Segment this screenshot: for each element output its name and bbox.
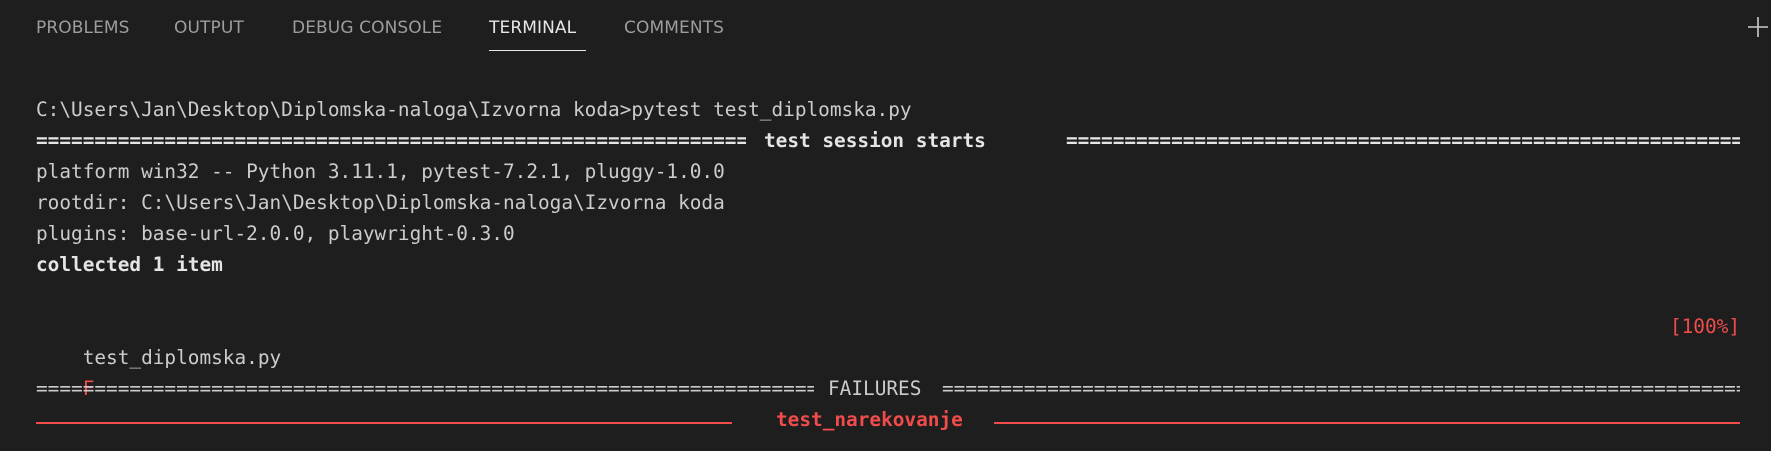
new-terminal-button[interactable]	[1745, 14, 1771, 40]
terminal-output[interactable]: C:\Users\Jan\Desktop\Diplomska-naloga\Iz…	[36, 94, 1740, 435]
separator-right: ========================================…	[1066, 129, 1740, 152]
failures-separator-right: ========================================…	[942, 377, 1740, 400]
tab-debug-console[interactable]: DEBUG CONSOLE	[292, 18, 442, 38]
separator-left: ========================================…	[36, 129, 746, 152]
session-header-line: ========================================…	[36, 125, 1740, 156]
failed-test-name: test_narekovanje	[776, 408, 963, 431]
collected-line: collected 1 item	[36, 253, 223, 276]
failed-test-rule-left	[36, 422, 732, 424]
rootdir-line: rootdir: C:\Users\Jan\Desktop\Diplomska-…	[36, 191, 725, 214]
failures-header-line: ========================================…	[36, 373, 1740, 404]
active-tab-indicator	[489, 50, 586, 51]
session-header-text: test session starts	[764, 129, 986, 152]
platform-line: platform win32 -- Python 3.11.1, pytest-…	[36, 160, 725, 183]
tab-terminal[interactable]: TERMINAL	[489, 18, 576, 38]
command-line: C:\Users\Jan\Desktop\Diplomska-naloga\Iz…	[36, 98, 912, 121]
tab-output[interactable]: OUTPUT	[174, 18, 244, 38]
test-result-line: test_diplomska.py F [100%]	[36, 311, 1740, 400]
progress-percent: [100%]	[1669, 315, 1740, 338]
failures-header-text: FAILURES	[828, 377, 922, 400]
failures-separator-left: ========================================…	[36, 377, 814, 400]
plus-icon	[1748, 17, 1768, 37]
failed-test-rule-right	[994, 422, 1740, 424]
panel-tab-bar: PROBLEMS OUTPUT DEBUG CONSOLE TERMINAL C…	[0, 0, 1771, 58]
failed-test-header-line: test_narekovanje	[36, 404, 1740, 435]
tab-comments[interactable]: COMMENTS	[624, 18, 724, 38]
plugins-line: plugins: base-url-2.0.0, playwright-0.3.…	[36, 222, 515, 245]
tab-problems[interactable]: PROBLEMS	[36, 18, 130, 38]
